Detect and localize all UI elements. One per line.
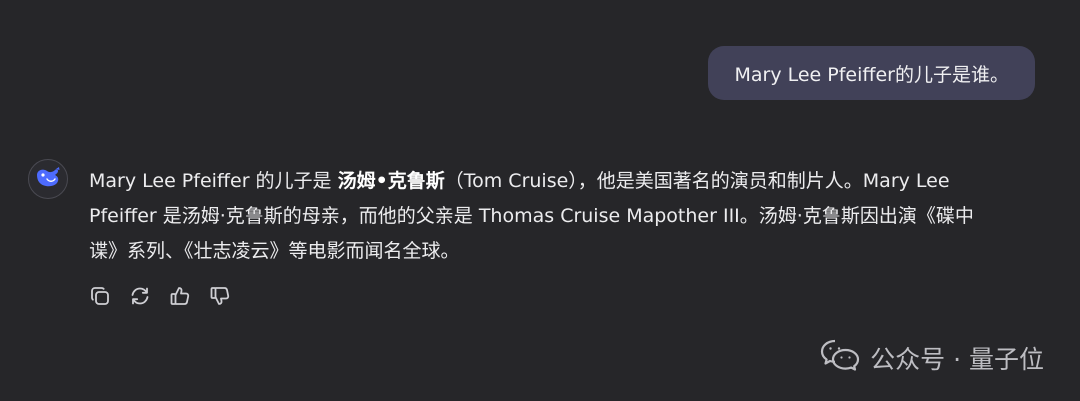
assistant-avatar [28, 159, 68, 199]
answer-bold-name: 汤姆•克鲁斯 [337, 170, 445, 192]
wechat-icon [820, 338, 860, 378]
regenerate-icon [129, 285, 151, 307]
message-actions [88, 284, 232, 308]
user-message-bubble: Mary Lee Pfeiffer的儿子是谁。 [708, 46, 1035, 100]
answer-line-1: Mary Lee Pfeiffer 的儿子是 汤姆•克鲁斯（Tom Cruise… [89, 164, 1039, 199]
copy-icon [89, 285, 111, 307]
thumbs-up-icon [169, 285, 191, 307]
chat-window: Mary Lee Pfeiffer的儿子是谁。 Mary Lee Pfeiffe… [0, 0, 1080, 401]
answer-text-segment: Mary Lee Pfeiffer 的儿子是 [89, 170, 338, 192]
answer-line-3: 谍》系列、《壮志凌云》等电影而闻名全球。 [89, 240, 460, 262]
thumbs-down-button[interactable] [208, 284, 232, 308]
regenerate-button[interactable] [128, 284, 152, 308]
answer-line-2: Pfeiffer 是汤姆·克鲁斯的母亲，而他的父亲是 Thomas Cruise… [89, 205, 974, 227]
copy-button[interactable] [88, 284, 112, 308]
watermark-text: 公众号 · 量子位 [870, 345, 1044, 374]
answer-text-segment: （Tom Cruise），他是美国著名的演员和制片人。Mary Lee [444, 170, 950, 192]
whale-logo-icon [35, 166, 61, 192]
thumbs-down-icon [209, 285, 231, 307]
user-message-text: Mary Lee Pfeiffer的儿子是谁。 [734, 63, 1009, 86]
assistant-answer: Mary Lee Pfeiffer 的儿子是 汤姆•克鲁斯（Tom Cruise… [89, 164, 1039, 269]
thumbs-up-button[interactable] [168, 284, 192, 308]
watermark: 公众号 · 量子位 [820, 338, 1044, 378]
